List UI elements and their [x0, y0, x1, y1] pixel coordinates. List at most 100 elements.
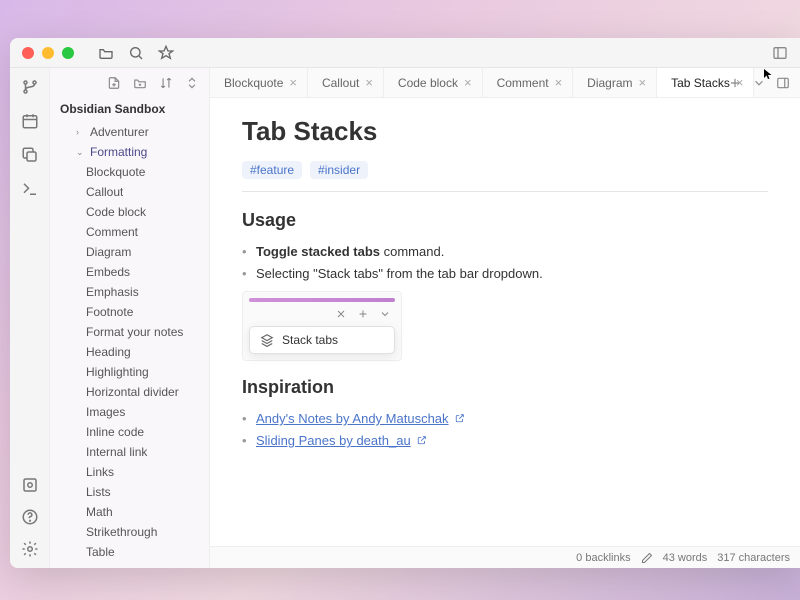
- tree-file-label: Emphasis: [86, 285, 139, 299]
- file-tree: › Adventurer ⌄ Formatting Blockquote Call…: [50, 122, 209, 568]
- external-link-icon: [417, 435, 427, 445]
- tab-diagram[interactable]: Diagram ×: [573, 68, 657, 97]
- tree-file-label: Footnote: [86, 305, 133, 319]
- status-characters: 317 characters: [717, 552, 790, 564]
- tree-file[interactable]: Table: [54, 542, 205, 562]
- folder-open-icon[interactable]: [98, 45, 114, 61]
- close-icon: [335, 308, 347, 320]
- tree-file[interactable]: Format your notes: [54, 322, 205, 342]
- tree-file[interactable]: Lists: [54, 482, 205, 502]
- tree-file-label: Inline code: [86, 425, 144, 439]
- help-icon[interactable]: [21, 508, 39, 526]
- tree-file-label: Links: [86, 465, 114, 479]
- close-tab-icon[interactable]: ×: [464, 75, 472, 90]
- tree-file[interactable]: Emphasis: [54, 282, 205, 302]
- external-link[interactable]: Andy's Notes by Andy Matuschak: [256, 411, 449, 426]
- stack-icon: [260, 333, 274, 347]
- tab-callout[interactable]: Callout×: [308, 68, 384, 97]
- close-window-button[interactable]: [22, 47, 34, 59]
- tree-file[interactable]: Strikethrough: [54, 522, 205, 542]
- status-backlinks[interactable]: 0 backlinks: [576, 552, 630, 564]
- tag-row: #feature #insider: [242, 161, 768, 179]
- tab-bar: Blockquote×Callout×Code block×Comment×Di…: [210, 68, 800, 98]
- horizontal-rule: [242, 191, 768, 192]
- star-icon[interactable]: [158, 45, 174, 61]
- tree-file-label: Callout: [86, 185, 123, 199]
- tree-file-label: Format your notes: [86, 325, 183, 339]
- tab-label: Diagram: [587, 76, 632, 90]
- note-content: Tab Stacks #feature #insider Usage Toggl…: [210, 98, 800, 546]
- tree-file[interactable]: Links: [54, 462, 205, 482]
- heading-inspiration: Inspiration: [242, 377, 768, 398]
- tree-file[interactable]: Comment: [54, 222, 205, 242]
- tree-file[interactable]: Diagram: [54, 242, 205, 262]
- tab-code-block[interactable]: Code block ×: [384, 68, 483, 97]
- vault-title: Obsidian Sandbox: [50, 98, 209, 122]
- new-tab-icon[interactable]: [728, 76, 742, 90]
- vault-icon[interactable]: [21, 476, 39, 494]
- tree-file[interactable]: Heading: [54, 342, 205, 362]
- list-item: Sliding Panes by death_au: [242, 430, 768, 452]
- tab-label: Comment: [497, 76, 549, 90]
- tree-file-label: Strikethrough: [86, 525, 157, 539]
- tree-file[interactable]: Internal link: [54, 442, 205, 462]
- tree-file-label: Horizontal divider: [86, 385, 179, 399]
- tree-file[interactable]: Code block: [54, 202, 205, 222]
- tree-file-label: Heading: [86, 345, 131, 359]
- tree-file[interactable]: Math: [54, 502, 205, 522]
- maximize-window-button[interactable]: [62, 47, 74, 59]
- inspiration-list: Andy's Notes by Andy Matuschak Sliding P…: [242, 408, 768, 452]
- close-tab-icon[interactable]: ×: [639, 75, 647, 90]
- tab-blockquote[interactable]: Blockquote ×: [210, 68, 308, 97]
- tab-dropdown-icon[interactable]: [752, 76, 766, 90]
- sidebar-toggle-right-icon[interactable]: [776, 76, 790, 90]
- tree-file[interactable]: Inline code: [54, 422, 205, 442]
- tab-label: Code block: [398, 76, 458, 90]
- tree-file[interactable]: Callout: [54, 182, 205, 202]
- close-tab-icon[interactable]: ×: [365, 75, 373, 90]
- tree-file-label: Code block: [86, 205, 146, 219]
- chevron-right-icon: ›: [76, 127, 86, 137]
- close-tab-icon[interactable]: ×: [289, 75, 297, 90]
- collapse-icon[interactable]: [185, 76, 199, 90]
- list-item: Andy's Notes by Andy Matuschak: [242, 408, 768, 430]
- titlebar: [10, 38, 800, 68]
- tree-file[interactable]: Horizontal divider: [54, 382, 205, 402]
- tab-comment[interactable]: Comment ×: [483, 68, 574, 97]
- tree-file-label: Table: [86, 545, 115, 559]
- embedded-image: Stack tabs: [242, 291, 402, 361]
- external-link[interactable]: Sliding Panes by death_au: [256, 433, 411, 448]
- usage-list: Toggle stacked tabs command. Selecting "…: [242, 241, 768, 285]
- embed-dropdown-item: Stack tabs: [249, 326, 395, 354]
- new-folder-icon[interactable]: [133, 76, 147, 90]
- status-bar: 0 backlinks 43 words 317 characters: [210, 546, 800, 568]
- new-note-icon[interactable]: [107, 76, 121, 90]
- tree-file-label: Diagram: [86, 245, 131, 259]
- tab-label: Blockquote: [224, 76, 283, 90]
- tree-folder-adventurer[interactable]: › Adventurer: [54, 122, 205, 142]
- close-tab-icon[interactable]: ×: [555, 75, 563, 90]
- tag-insider[interactable]: #insider: [310, 161, 368, 179]
- chevron-down-icon: [379, 308, 391, 320]
- search-icon[interactable]: [128, 45, 144, 61]
- edit-mode-icon[interactable]: [641, 552, 653, 564]
- chevron-down-icon: ⌄: [76, 147, 86, 158]
- list-item: Toggle stacked tabs command.: [242, 241, 768, 263]
- file-explorer-sidebar: Obsidian Sandbox › Adventurer ⌄ Formatti…: [50, 68, 210, 568]
- tree-file[interactable]: Blockquote: [54, 162, 205, 182]
- tree-file[interactable]: Highlighting: [54, 362, 205, 382]
- tree-file[interactable]: Embeds: [54, 262, 205, 282]
- sidebar-toggle-left-icon[interactable]: [772, 45, 788, 61]
- tree-file[interactable]: Footnote: [54, 302, 205, 322]
- copy-icon[interactable]: [21, 146, 39, 164]
- calendar-icon[interactable]: [21, 112, 39, 130]
- app-window: Obsidian Sandbox › Adventurer ⌄ Formatti…: [10, 38, 800, 568]
- terminal-icon[interactable]: [21, 180, 39, 198]
- minimize-window-button[interactable]: [42, 47, 54, 59]
- tree-folder-formatting[interactable]: ⌄ Formatting: [54, 142, 205, 162]
- sort-icon[interactable]: [159, 76, 173, 90]
- settings-icon[interactable]: [21, 540, 39, 558]
- tag-feature[interactable]: #feature: [242, 161, 302, 179]
- tree-file[interactable]: Images: [54, 402, 205, 422]
- git-branch-icon[interactable]: [21, 78, 39, 96]
